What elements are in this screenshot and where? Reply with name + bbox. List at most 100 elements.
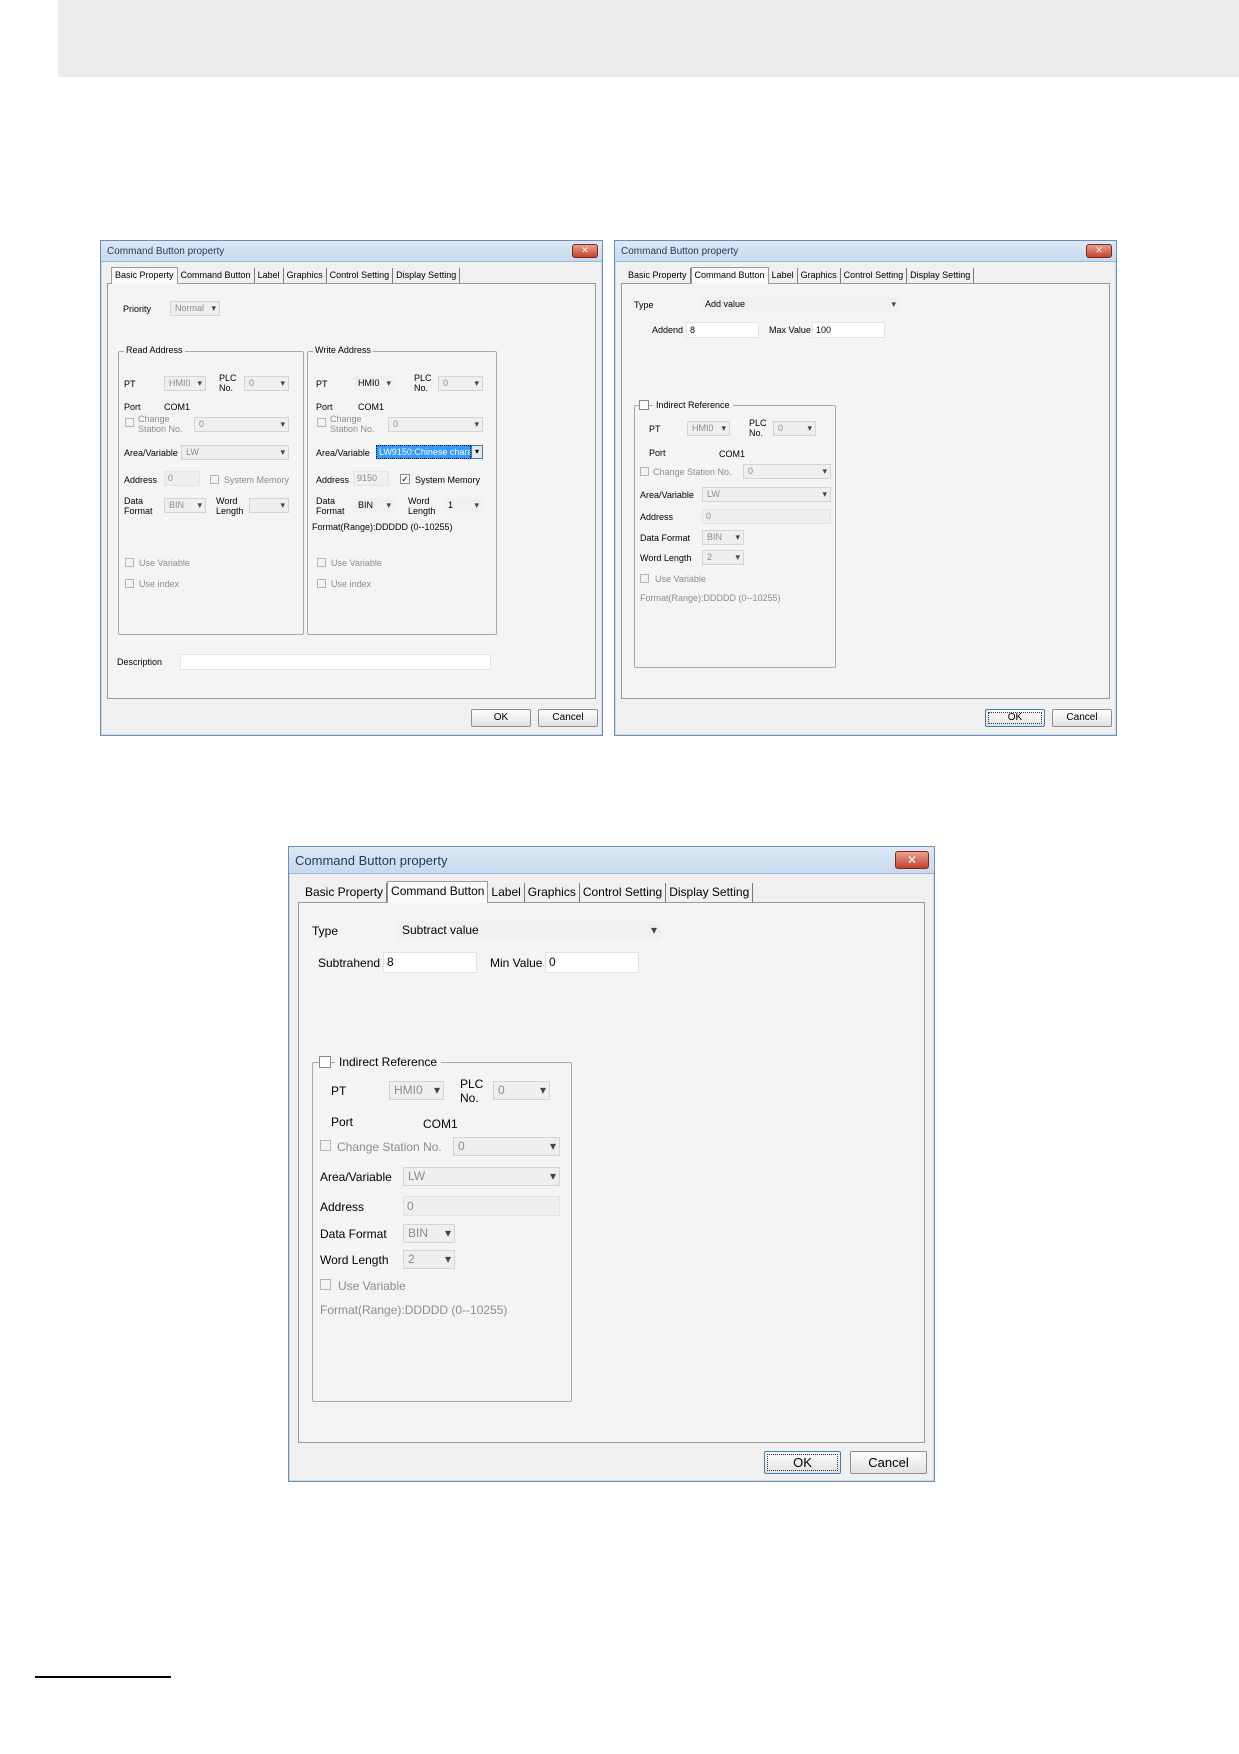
priority-dropdown[interactable]: Normal ▾ <box>170 301 220 316</box>
description-input[interactable] <box>180 654 491 670</box>
read-pt-value: HMI0 <box>169 378 191 388</box>
addend-label: Addend <box>652 325 684 335</box>
tab-control-setting[interactable]: Control Setting <box>579 883 667 902</box>
tab-command-button[interactable]: Command Button <box>690 267 769 284</box>
use-variable-label: Use Variable <box>338 1279 406 1293</box>
tab-display-setting[interactable]: Display Setting <box>907 268 975 283</box>
tab-label[interactable]: Label <box>254 268 284 283</box>
address-input[interactable]: 0 <box>702 509 831 524</box>
change-station-label: Change Station No. <box>337 1140 442 1154</box>
tab-label[interactable]: Label <box>488 883 525 902</box>
chevron-down-icon: ▾ <box>549 1169 556 1183</box>
tab-display-setting[interactable]: Display Setting <box>393 268 461 283</box>
data-format-dropdown[interactable]: BIN ▾ <box>702 530 744 545</box>
tab-command-button[interactable]: Command Button <box>387 881 489 903</box>
use-variable-checkbox[interactable] <box>320 1279 331 1290</box>
tab-graphics[interactable]: Graphics <box>797 268 841 283</box>
min-value-input[interactable]: 0 <box>545 952 639 973</box>
read-plc-dropdown[interactable]: 0 ▾ <box>244 376 289 391</box>
tab-graphics[interactable]: Graphics <box>283 268 327 283</box>
max-value-input[interactable]: 100 <box>812 322 885 338</box>
tab-command-button[interactable]: Command Button <box>177 268 255 283</box>
address-input[interactable]: 0 <box>403 1196 560 1216</box>
read-pt-label: PT <box>124 379 136 389</box>
read-address-input[interactable]: 0 <box>164 471 200 486</box>
ok-button[interactable]: OK <box>985 709 1045 727</box>
word-length-dropdown[interactable]: 2 ▾ <box>403 1250 455 1269</box>
area-variable-value: LW <box>707 489 720 499</box>
pt-dropdown[interactable]: HMI0 ▾ <box>389 1081 444 1100</box>
write-change-station-checkbox[interactable] <box>317 418 326 427</box>
subtrahend-input[interactable]: 8 <box>383 952 477 973</box>
read-data-format-dropdown[interactable]: BIN ▾ <box>164 498 206 513</box>
type-dropdown[interactable]: Add value ▾ <box>700 297 900 312</box>
write-system-memory-checkbox[interactable]: ✓ <box>400 474 410 484</box>
chevron-down-icon: ▾ <box>735 552 740 562</box>
read-area-dropdown[interactable]: LW ▾ <box>181 445 289 460</box>
plc-dropdown[interactable]: 0 ▾ <box>493 1081 550 1100</box>
read-plc-label-1: PLC <box>219 373 237 383</box>
read-plc-label-2: No. <box>219 383 234 393</box>
read-use-variable-checkbox[interactable] <box>125 558 134 567</box>
dialog-titlebar: Command Button property ✕ <box>101 241 602 262</box>
word-length-label: Word Length <box>640 553 692 563</box>
chevron-down-icon: ▾ <box>474 500 479 510</box>
chevron-down-icon: ▾ <box>721 423 726 433</box>
read-word-length-dropdown[interactable]: ▾ <box>249 498 289 513</box>
cancel-button[interactable]: Cancel <box>850 1451 927 1474</box>
write-word-length-dropdown[interactable]: 1 ▾ <box>443 498 483 513</box>
close-icon[interactable]: ✕ <box>895 851 929 869</box>
read-system-memory-checkbox[interactable] <box>210 475 219 484</box>
cancel-button[interactable]: Cancel <box>1052 709 1112 727</box>
read-use-index-checkbox[interactable] <box>125 579 134 588</box>
addend-input[interactable]: 8 <box>686 322 759 338</box>
ok-button[interactable]: OK <box>471 709 531 727</box>
tab-graphics[interactable]: Graphics <box>524 883 580 902</box>
indirect-reference-checkbox[interactable] <box>639 400 649 410</box>
write-pt-label: PT <box>316 379 328 389</box>
tab-basic-property[interactable]: Basic Property <box>302 883 388 902</box>
change-station-checkbox[interactable] <box>320 1140 331 1151</box>
area-variable-dropdown[interactable]: LW ▾ <box>403 1167 560 1186</box>
ok-button[interactable]: OK <box>764 1451 841 1474</box>
plc-label-2: No. <box>749 428 764 438</box>
area-variable-dropdown[interactable]: LW ▾ <box>702 487 831 502</box>
change-station-dropdown[interactable]: 0 ▾ <box>453 1137 560 1156</box>
write-plc-dropdown[interactable]: 0 ▾ <box>438 376 483 391</box>
write-pt-dropdown[interactable]: HMI0 ▾ <box>353 376 395 391</box>
type-label: Type <box>634 300 654 310</box>
indirect-reference-checkbox[interactable] <box>319 1056 331 1068</box>
close-icon[interactable]: ✕ <box>572 244 598 258</box>
close-icon[interactable]: ✕ <box>1086 244 1112 258</box>
write-change-station-dropdown[interactable]: 0 ▾ <box>388 417 483 432</box>
min-value-value: 0 <box>549 955 556 969</box>
word-length-dropdown[interactable]: 2 ▾ <box>702 550 744 565</box>
use-variable-checkbox[interactable] <box>640 574 649 583</box>
data-format-dropdown[interactable]: BIN ▾ <box>403 1224 455 1243</box>
change-station-checkbox[interactable] <box>640 467 649 476</box>
tab-control-setting[interactable]: Control Setting <box>840 268 908 283</box>
tab-label[interactable]: Label <box>768 268 798 283</box>
write-data-format-dropdown[interactable]: BIN ▾ <box>353 498 395 513</box>
write-use-index-checkbox[interactable] <box>317 579 326 588</box>
plc-dropdown[interactable]: 0 ▾ <box>773 421 816 436</box>
tab-basic-property[interactable]: Basic Property <box>625 268 691 283</box>
read-address-field-label: Address <box>124 475 158 485</box>
area-variable-label: Area/Variable <box>640 490 694 500</box>
write-use-variable-checkbox[interactable] <box>317 558 326 567</box>
write-area-dropdown-button[interactable]: ▾ <box>471 445 483 459</box>
change-station-dropdown[interactable]: 0 ▾ <box>743 464 831 479</box>
write-address-input[interactable]: 9150 <box>353 471 389 486</box>
pt-dropdown[interactable]: HMI0 ▾ <box>687 421 730 436</box>
addend-value: 8 <box>690 325 696 335</box>
type-label: Type <box>312 924 339 938</box>
cancel-button[interactable]: Cancel <box>538 709 598 727</box>
read-change-station-dropdown[interactable]: 0 ▾ <box>194 417 289 432</box>
tab-control-setting[interactable]: Control Setting <box>326 268 394 283</box>
write-area-dropdown-selected[interactable]: LW9150:Chinese chara <box>376 445 471 459</box>
tab-display-setting[interactable]: Display Setting <box>666 883 754 902</box>
type-dropdown[interactable]: Subtract value ▾ <box>397 921 661 940</box>
read-pt-dropdown[interactable]: HMI0 ▾ <box>164 376 206 391</box>
read-change-station-checkbox[interactable] <box>125 418 134 427</box>
tab-basic-property[interactable]: Basic Property <box>111 267 178 284</box>
